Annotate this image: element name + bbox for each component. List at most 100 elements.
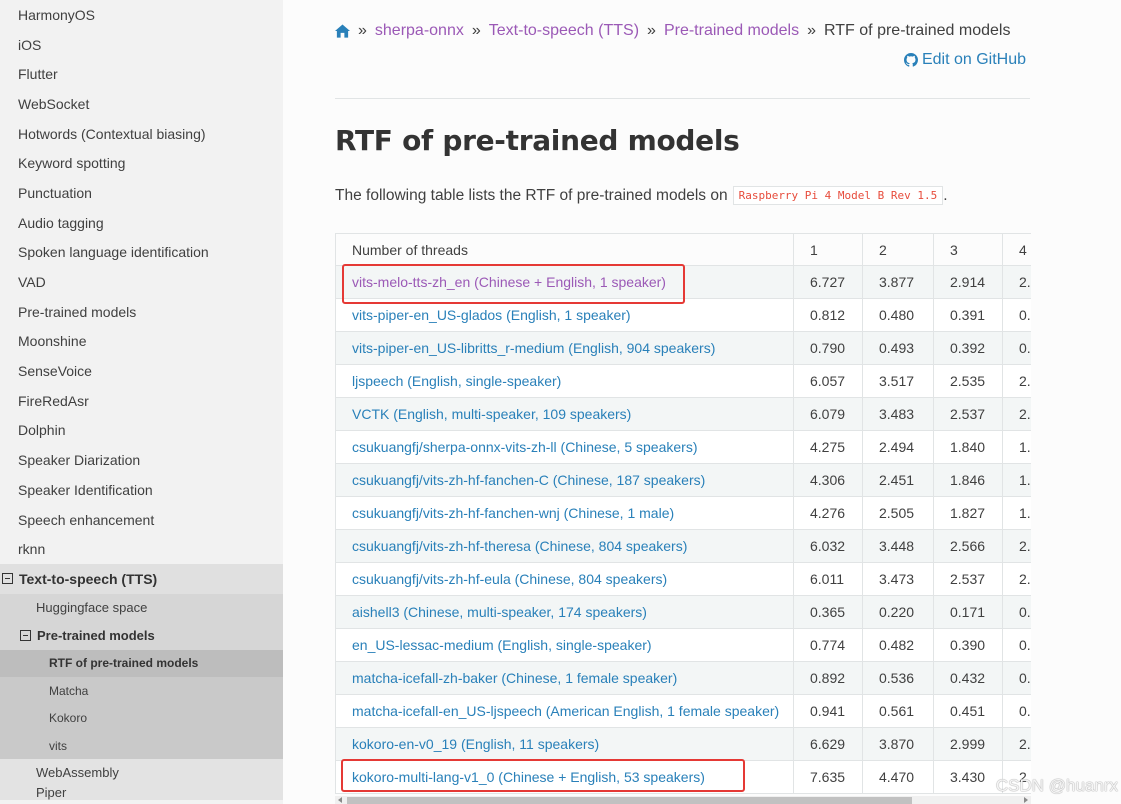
rtf-value-cell: 0.392: [933, 331, 1003, 365]
sidebar-subitem-matcha[interactable]: Matcha: [0, 677, 283, 705]
sidebar-item-piper[interactable]: Piper: [0, 786, 283, 801]
edit-on-github-link[interactable]: Edit on GitHub: [903, 51, 1026, 69]
sidebar-item-ios[interactable]: iOS: [0, 30, 283, 60]
rtf-table-container[interactable]: Number of threads 1 2 3 4 vits-melo-tts-…: [335, 233, 1031, 804]
sidebar-item-punctuation[interactable]: Punctuation: [0, 178, 283, 208]
rtf-value-cell: 2.537: [933, 562, 1003, 596]
rtf-value-cell: 2.537: [933, 397, 1003, 431]
edit-on-github-label: Edit on GitHub: [921, 51, 1026, 68]
rtf-value-cell: 2.566: [933, 529, 1003, 563]
model-cell: csukuangfj/sherpa-onnx-vits-zh-ll (Chine…: [335, 430, 794, 464]
model-cell: matcha-icefall-zh-baker (Chinese, 1 fema…: [335, 661, 794, 695]
table-row: en_US-lessac-medium (English, single-spe…: [335, 628, 1031, 662]
model-link[interactable]: matcha-icefall-zh-baker (Chinese, 1 fema…: [352, 670, 677, 686]
rtf-value-cell: 2.: [1002, 397, 1031, 431]
sidebar-item-sensevoice[interactable]: SenseVoice: [0, 356, 283, 386]
rtf-value-cell: 0.480: [862, 298, 934, 332]
model-link[interactable]: vits-piper-en_US-glados (English, 1 spea…: [352, 307, 631, 323]
highlight-box-first-row: [342, 264, 685, 304]
sidebar-item-pretrained-models-tts[interactable]: Pre-trained models: [0, 621, 283, 650]
sidebar-item-speech-enhancement[interactable]: Speech enhancement: [0, 505, 283, 535]
rtf-value-cell: 0.391: [933, 298, 1003, 332]
sidebar-item-text-to-speech[interactable]: Text-to-speech (TTS): [0, 564, 283, 594]
sidebar-item-spoken-language-identification[interactable]: Spoken language identification: [0, 238, 283, 268]
sidebar-item-huggingface-space[interactable]: Huggingface space: [0, 593, 283, 622]
table-row: csukuangfj/sherpa-onnx-vits-zh-ll (Chine…: [335, 430, 1031, 464]
column-header: 1: [793, 233, 863, 266]
model-cell: en_US-lessac-medium (English, single-spe…: [335, 628, 794, 662]
sidebar-item-webassembly[interactable]: WebAssembly: [0, 759, 283, 787]
collapse-icon[interactable]: [2, 573, 13, 585]
rtf-value-cell: 6.057: [793, 364, 863, 398]
model-cell: matcha-icefall-en_US-ljspeech (American …: [335, 694, 794, 728]
model-link[interactable]: VCTK (English, multi-speaker, 109 speake…: [352, 406, 631, 422]
model-link[interactable]: aishell3 (Chinese, multi-speaker, 174 sp…: [352, 604, 647, 620]
breadcrumb-link-pretrained[interactable]: Pre-trained models: [664, 22, 799, 40]
rtf-value-cell: 2.: [1002, 364, 1031, 398]
rtf-value-cell: 0.: [1002, 595, 1031, 629]
model-link[interactable]: kokoro-en-v0_19 (English, 11 speakers): [352, 736, 599, 752]
model-link[interactable]: csukuangfj/vits-zh-hf-fanchen-C (Chinese…: [352, 472, 705, 488]
rtf-value-cell: 1.846: [933, 463, 1003, 497]
sidebar-item-hotwords-contextual-biasing[interactable]: Hotwords (Contextual biasing): [0, 119, 283, 149]
sidebar-item-flutter[interactable]: Flutter: [0, 59, 283, 89]
model-cell: ljspeech (English, single-speaker): [335, 364, 794, 398]
model-cell: csukuangfj/vits-zh-hf-theresa (Chinese, …: [335, 529, 794, 563]
table-row: VCTK (English, multi-speaker, 109 speake…: [335, 397, 1031, 431]
rtf-value-cell: 0.: [1002, 661, 1031, 695]
model-link[interactable]: ljspeech (English, single-speaker): [352, 373, 561, 389]
sidebar-item-audio-tagging[interactable]: Audio tagging: [0, 208, 283, 238]
sidebar-subitem-kokoro[interactable]: Kokoro: [0, 704, 283, 732]
sidebar-item-speaker-diarization[interactable]: Speaker Diarization: [0, 445, 283, 475]
breadcrumb-link-sherpa-onnx[interactable]: sherpa-onnx: [375, 22, 464, 40]
sidebar-subitem-rtf-of-pre-trained-models[interactable]: RTF of pre-trained models: [0, 649, 283, 678]
breadcrumb-link-tts[interactable]: Text-to-speech (TTS): [489, 22, 639, 40]
rtf-value-cell: 0.482: [862, 628, 934, 662]
model-link[interactable]: csukuangfj/sherpa-onnx-vits-zh-ll (Chine…: [352, 439, 697, 455]
model-link[interactable]: vits-piper-en_US-libritts_r-medium (Engl…: [352, 340, 715, 356]
rtf-value-cell: 3.870: [862, 727, 934, 761]
scroll-right-icon[interactable]: [1024, 797, 1028, 803]
rtf-value-cell: 0.390: [933, 628, 1003, 662]
rtf-value-cell: 0.493: [862, 331, 934, 365]
model-link[interactable]: csukuangfj/vits-zh-hf-fanchen-wnj (Chine…: [352, 505, 674, 521]
model-link[interactable]: csukuangfj/vits-zh-hf-theresa (Chinese, …: [352, 538, 687, 554]
rtf-value-cell: 1.827: [933, 496, 1003, 530]
column-header: 4: [1002, 233, 1031, 266]
sidebar-item-keyword-spotting[interactable]: Keyword spotting: [0, 148, 283, 178]
column-header: 3: [933, 233, 1003, 266]
scrollbar-thumb[interactable]: [347, 797, 912, 804]
sidebar-item-dolphin[interactable]: Dolphin: [0, 416, 283, 446]
sidebar-subitem-vits[interactable]: vits: [0, 731, 283, 760]
rtf-value-cell: 7.635: [793, 760, 863, 794]
column-header: 2: [862, 233, 934, 266]
sidebar-item-websocket[interactable]: WebSocket: [0, 89, 283, 119]
home-icon[interactable]: [335, 24, 350, 38]
rtf-value-cell: 2.505: [862, 496, 934, 530]
rtf-value-cell: 0.536: [862, 661, 934, 695]
sidebar-item-moonshine[interactable]: Moonshine: [0, 327, 283, 357]
sidebar-item-speaker-identification[interactable]: Speaker Identification: [0, 475, 283, 505]
table-row: csukuangfj/vits-zh-hf-theresa (Chinese, …: [335, 529, 1031, 563]
rtf-value-cell: 2.535: [933, 364, 1003, 398]
rtf-value-cell: 6.727: [793, 265, 863, 299]
rtf-value-cell: 0.790: [793, 331, 863, 365]
rtf-value-cell: 0.451: [933, 694, 1003, 728]
collapse-icon[interactable]: [20, 630, 31, 642]
breadcrumb-separator: »: [358, 22, 367, 39]
scroll-left-icon[interactable]: [338, 797, 342, 803]
model-link[interactable]: csukuangfj/vits-zh-hf-eula (Chinese, 804…: [352, 571, 667, 587]
model-cell: VCTK (English, multi-speaker, 109 speake…: [335, 397, 794, 431]
rtf-value-cell: 0.: [1002, 298, 1031, 332]
model-link[interactable]: en_US-lessac-medium (English, single-spe…: [352, 637, 652, 653]
sidebar-item-pre-trained-models[interactable]: Pre-trained models: [0, 297, 283, 327]
main-content: » sherpa-onnx » Text-to-speech (TTS) » P…: [283, 0, 1121, 804]
model-cell: csukuangfj/vits-zh-hf-eula (Chinese, 804…: [335, 562, 794, 596]
horizontal-scrollbar[interactable]: [335, 796, 1031, 804]
rtf-value-cell: 0.220: [862, 595, 934, 629]
sidebar-item-harmonyos[interactable]: HarmonyOS: [0, 0, 283, 30]
sidebar-item-vad[interactable]: VAD: [0, 267, 283, 297]
sidebar-item-fireredasr[interactable]: FireRedAsr: [0, 386, 283, 416]
model-link[interactable]: matcha-icefall-en_US-ljspeech (American …: [352, 703, 779, 719]
sidebar-item-rknn[interactable]: rknn: [0, 534, 283, 564]
